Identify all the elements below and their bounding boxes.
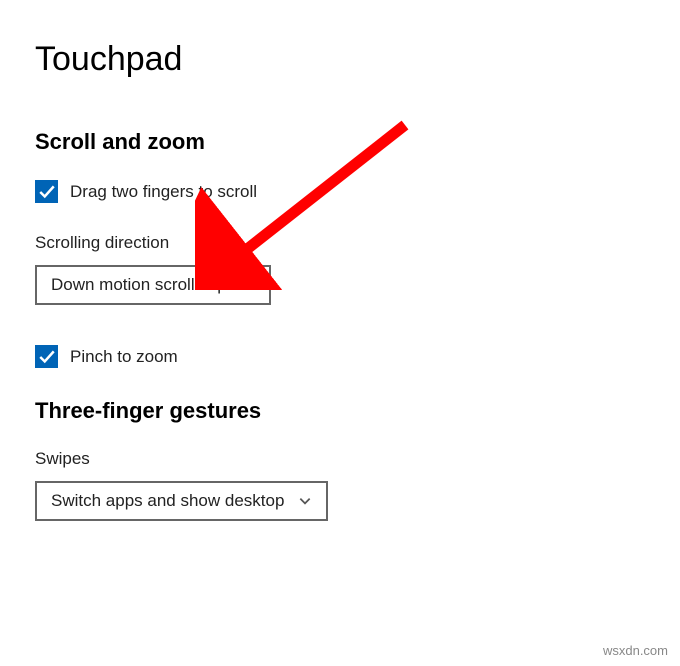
watermark-text: wsxdn.com bbox=[603, 643, 668, 658]
label-swipes: Swipes bbox=[35, 449, 645, 469]
checkbox-label: Drag two fingers to scroll bbox=[70, 182, 257, 202]
section-scroll-and-zoom: Scroll and zoom bbox=[35, 129, 645, 155]
checkmark-icon bbox=[35, 180, 58, 203]
page-title: Touchpad bbox=[35, 40, 645, 79]
chevron-down-icon bbox=[298, 494, 312, 508]
label-scrolling-direction: Scrolling direction bbox=[35, 233, 645, 253]
select-scrolling-direction[interactable]: Down motion scrolls up bbox=[35, 265, 271, 305]
select-value: Down motion scrolls up bbox=[51, 275, 227, 295]
checkmark-icon bbox=[35, 345, 58, 368]
section-three-finger-gestures: Three-finger gestures bbox=[35, 398, 645, 424]
select-value: Switch apps and show desktop bbox=[51, 491, 284, 511]
checkbox-pinch-to-zoom[interactable]: Pinch to zoom bbox=[35, 345, 645, 368]
checkbox-label: Pinch to zoom bbox=[70, 347, 178, 367]
checkbox-drag-two-fingers[interactable]: Drag two fingers to scroll bbox=[35, 180, 645, 203]
select-swipes[interactable]: Switch apps and show desktop bbox=[35, 481, 328, 521]
chevron-down-icon bbox=[241, 278, 255, 292]
